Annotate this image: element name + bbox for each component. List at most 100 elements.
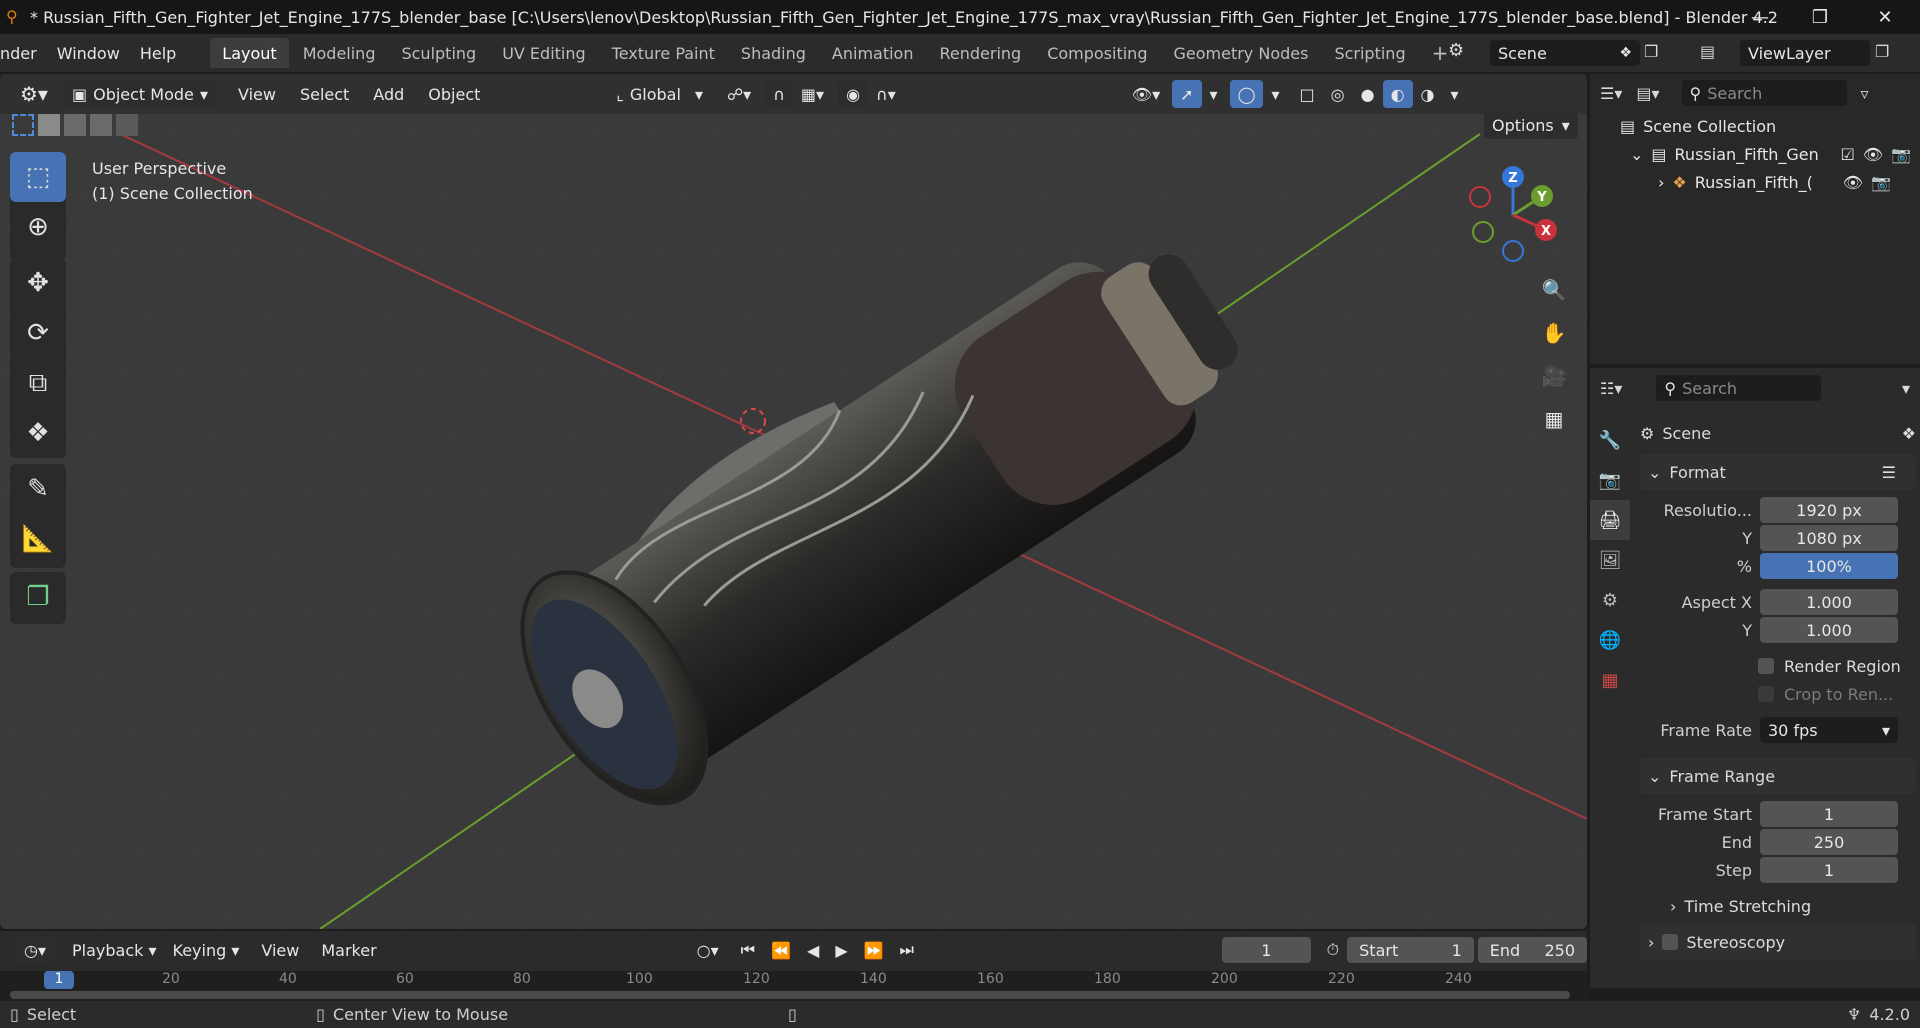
select-subtract-icon[interactable] <box>64 114 86 136</box>
resolution-y-field[interactable]: 1080 px <box>1760 525 1898 551</box>
menu-help[interactable]: Help <box>130 44 186 63</box>
tab-texture-paint[interactable]: Texture Paint <box>600 38 727 68</box>
tab-rendering[interactable]: Rendering <box>927 38 1033 68</box>
camera-icon[interactable]: 📷 <box>1891 145 1911 164</box>
snap-icon[interactable]: ∩ <box>765 80 793 108</box>
navigation-gizmo[interactable]: Z Y X <box>1460 160 1570 270</box>
tab-sculpting[interactable]: Sculpting <box>389 38 488 68</box>
aspect-x-field[interactable]: 1.000 <box>1760 589 1898 615</box>
chevron-down-icon[interactable]: ▾ <box>1902 379 1910 398</box>
tab-shading[interactable]: Shading <box>729 38 818 68</box>
render-region-row[interactable]: Render Region <box>1640 652 1916 680</box>
frame-start-field[interactable]: 1 <box>1760 801 1898 827</box>
menu-marker[interactable]: Marker <box>313 936 384 964</box>
view-layer-icon[interactable]: ▤ <box>1700 42 1715 61</box>
rendered-shading-icon[interactable]: ◑ <box>1413 80 1443 108</box>
wireframe-shading-icon[interactable]: ◎ <box>1323 80 1353 108</box>
pin-icon[interactable]: ❖ <box>1902 424 1916 443</box>
proportional-edit-icon[interactable]: ◉ <box>838 80 869 108</box>
chevron-down-icon[interactable]: ⌄ <box>1630 145 1643 164</box>
gizmo-toggle-icon[interactable]: ➚ <box>1172 80 1202 108</box>
scene-selector-icon[interactable]: ⚙ <box>1448 40 1464 61</box>
gizmo-dropdown-icon[interactable]: ▾ <box>1202 80 1226 108</box>
camera-icon[interactable]: 📷 <box>1871 173 1891 192</box>
timeline-scrollbar[interactable] <box>10 991 1570 999</box>
view-layer-tab-icon[interactable]: 🖼 <box>1590 540 1630 580</box>
select-intersect-icon[interactable] <box>116 114 138 136</box>
tab-scripting[interactable]: Scripting <box>1322 38 1417 68</box>
crop-row[interactable]: Crop to Ren... <box>1640 680 1916 708</box>
render-region-checkbox[interactable] <box>1758 658 1774 674</box>
frame-rate-dropdown[interactable]: 30 fps ▾ <box>1760 717 1898 743</box>
menu-view[interactable]: View <box>230 80 284 108</box>
resolution-x-field[interactable]: 1920 px <box>1760 497 1898 523</box>
jump-keyframe-forward-icon[interactable]: ⏩ <box>856 936 892 964</box>
add-cube-tool-icon[interactable]: ❐ <box>10 572 66 622</box>
play-icon[interactable]: ▶ <box>827 936 855 964</box>
new-scene-icon[interactable]: ❐ <box>1644 42 1658 61</box>
minimize-button[interactable]: — <box>1730 0 1790 34</box>
jump-end-icon[interactable]: ⏭ <box>892 936 922 964</box>
current-frame-field[interactable]: 1 <box>1221 937 1311 963</box>
cursor-tool-icon[interactable]: ⊕ <box>10 202 66 252</box>
scene-field[interactable]: Scene ❖ <box>1490 40 1640 66</box>
stopwatch-icon[interactable]: ⏱ <box>1319 936 1347 964</box>
crop-checkbox[interactable] <box>1758 686 1774 702</box>
select-extend-icon[interactable] <box>38 114 60 136</box>
ortho-grid-icon[interactable]: ▦ <box>1534 399 1574 439</box>
start-frame-field[interactable]: Start 1 <box>1347 937 1474 963</box>
aspect-y-field[interactable]: 1.000 <box>1760 617 1898 643</box>
object-mode-dropdown[interactable]: ▣ Object Mode ▾ <box>63 80 216 108</box>
resolution-percent-field[interactable]: 100% <box>1760 553 1898 579</box>
tab-modeling[interactable]: Modeling <box>291 38 388 68</box>
outliner-row-object[interactable]: › ❖ Russian_Fifth_( 👁 📷 <box>1590 168 1920 196</box>
outliner-row-collection[interactable]: ⌄ ▤ Russian_Fifth_Gen ☑ 👁 📷 <box>1590 140 1920 168</box>
tab-geometry-nodes[interactable]: Geometry Nodes <box>1161 38 1320 68</box>
frame-end-field[interactable]: 250 <box>1760 829 1898 855</box>
presets-icon[interactable]: ☰ <box>1882 463 1896 482</box>
tab-compositing[interactable]: Compositing <box>1035 38 1159 68</box>
pivot-point-icon[interactable]: ☍▾ <box>719 80 759 108</box>
auto-keying-icon[interactable]: ○▾ <box>689 936 727 964</box>
transform-tool-icon[interactable]: ❖ <box>10 408 66 458</box>
tool-tab-icon[interactable]: 🔧 <box>1590 420 1630 460</box>
display-mode-icon[interactable]: ▤▾ <box>1636 84 1659 103</box>
scale-tool-icon[interactable]: ⧉ <box>10 358 66 408</box>
new-view-layer-icon[interactable]: ❐ <box>1875 42 1889 61</box>
close-button[interactable]: ✕ <box>1855 0 1915 34</box>
camera-view-icon[interactable]: 🎥 <box>1534 356 1574 396</box>
move-tool-icon[interactable]: ✥ <box>10 258 66 308</box>
rotate-tool-icon[interactable]: ⟳ <box>10 308 66 358</box>
menu-playback[interactable]: Playback ▾ <box>64 936 165 964</box>
world-tab-icon[interactable]: 🌐 <box>1590 620 1630 660</box>
eye-icon[interactable]: 👁 <box>1863 145 1883 164</box>
filter-icon[interactable]: ▿ <box>1861 84 1869 103</box>
jump-start-icon[interactable]: ⏮ <box>733 936 763 964</box>
outliner-editor-icon[interactable]: ☰▾ <box>1600 84 1622 103</box>
pan-hand-icon[interactable]: ✋ <box>1534 313 1574 353</box>
frame-range-panel-header[interactable]: ⌄ Frame Range <box>1640 758 1916 794</box>
outliner-search-input[interactable]: ⚲ Search <box>1681 80 1847 106</box>
format-panel-header[interactable]: ⌄ Format ☰ <box>1640 454 1916 490</box>
select-box-tool-icon[interactable]: ⬚ <box>10 152 66 202</box>
falloff-icon[interactable]: ∩▾ <box>868 80 904 108</box>
solid-shading-icon[interactable]: ● <box>1353 80 1383 108</box>
overlays-toggle-icon[interactable]: ◯ <box>1229 80 1264 108</box>
tab-layout[interactable]: Layout <box>210 38 289 68</box>
checkbox-icon[interactable]: ☑ <box>1841 145 1855 164</box>
stereoscopy-panel-header[interactable]: › Stereoscopy <box>1640 924 1916 960</box>
end-frame-field[interactable]: End 250 <box>1477 937 1587 963</box>
scene-tab-icon[interactable]: ⚙ <box>1590 580 1630 620</box>
xray-icon[interactable]: □ <box>1292 80 1323 108</box>
measure-tool-icon[interactable]: 📐 <box>10 514 66 564</box>
time-stretching-subpanel[interactable]: › Time Stretching <box>1640 892 1916 920</box>
visibility-icon[interactable]: 👁▾ <box>1124 80 1168 108</box>
render-tab-icon[interactable]: 📷 <box>1590 460 1630 500</box>
pin-icon[interactable]: ❖ <box>1619 45 1632 61</box>
transform-orientation-dropdown[interactable]: ⌞ Global ▾ <box>608 80 711 108</box>
outliner-row-scene-collection[interactable]: ▤ Scene Collection <box>1590 112 1920 140</box>
menu-file-partial[interactable]: nder <box>0 44 47 63</box>
frame-step-field[interactable]: 1 <box>1760 857 1898 883</box>
play-reverse-icon[interactable]: ◀ <box>799 936 827 964</box>
annotate-tool-icon[interactable]: ✎ <box>10 464 66 514</box>
